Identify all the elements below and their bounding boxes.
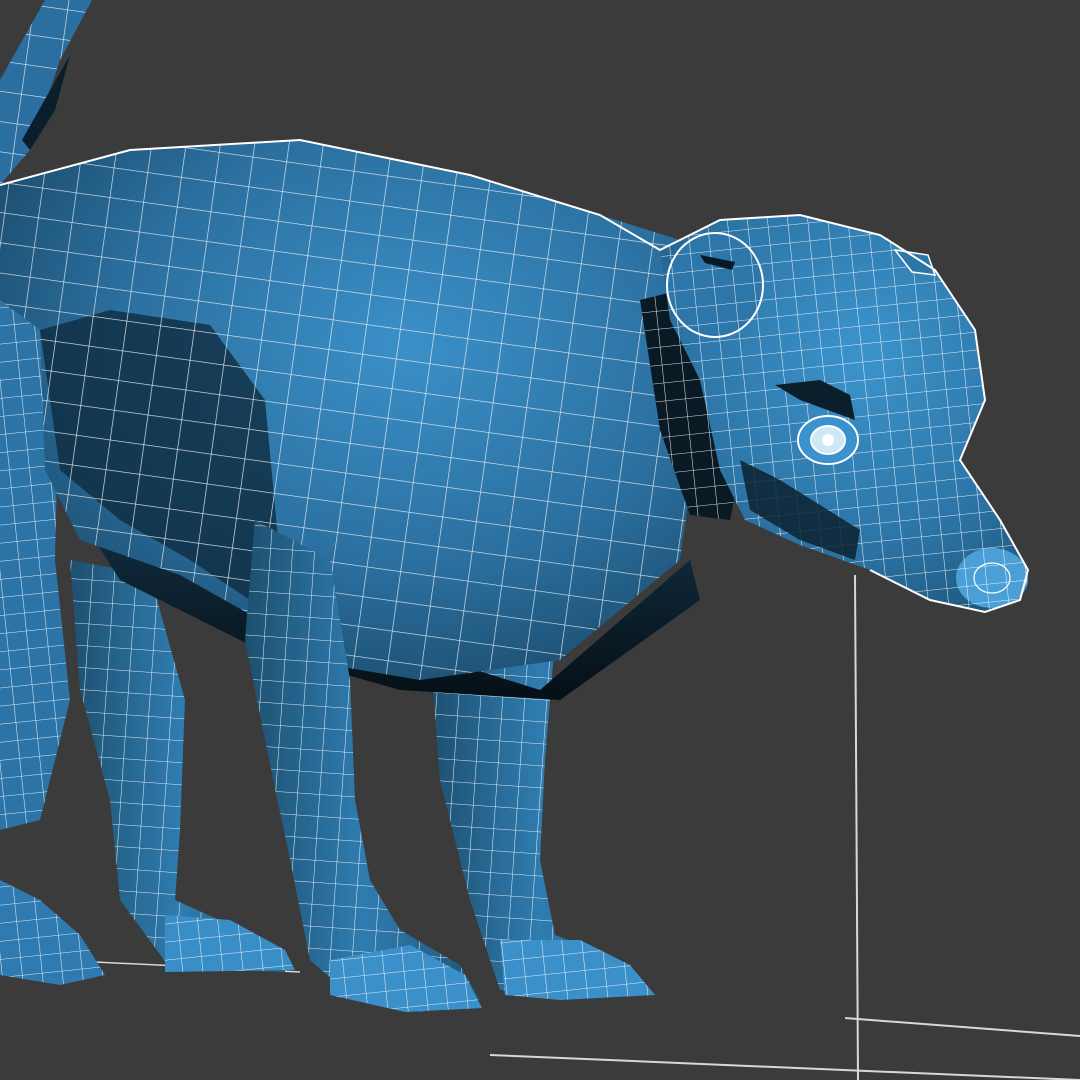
grid-line [489, 1054, 1080, 1080]
nose-icon [956, 548, 1028, 608]
3d-viewport[interactable] [0, 0, 1080, 1080]
grid-line [854, 574, 859, 1080]
creature-model[interactable] [0, 138, 1030, 1012]
eye-icon [797, 415, 859, 465]
scene-canvas[interactable] [0, 0, 1080, 1080]
grid-line [844, 1017, 1080, 1037]
